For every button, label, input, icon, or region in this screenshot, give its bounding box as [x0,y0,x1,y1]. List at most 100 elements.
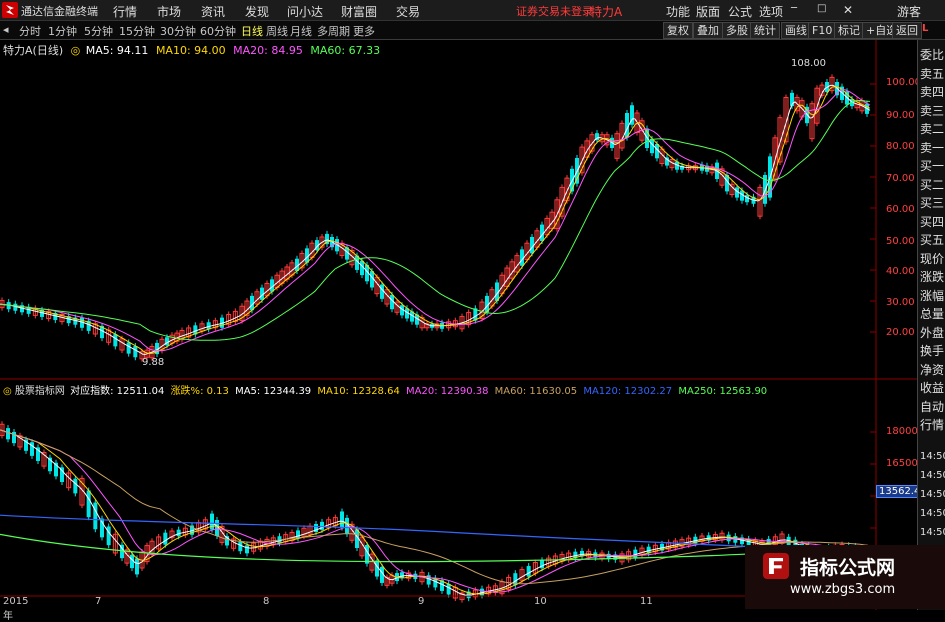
side-item[interactable]: 卖三 [920,102,945,120]
app-title: 通达信金融终端 [21,5,98,18]
ma-line-1 [0,86,871,355]
high-price-label: 108.00 [791,58,826,69]
arrow-left-icon[interactable]: ◂ [3,23,9,36]
period-daily[interactable]: 日线 [241,23,263,39]
candle-body [163,532,168,545]
btn-fuquan[interactable]: 复权 [663,22,693,39]
side-item[interactable]: 换手 [920,342,945,360]
btn-diejia[interactable]: 叠加 [693,22,723,39]
menu-xuanxiang[interactable]: 选项 [759,3,783,20]
period-toolbar: ◂ 分时 1分钟 5分钟 15分钟 30分钟 60分钟 日线 周线 月线 多周期… [0,21,945,40]
side-time: 14:50 [920,470,945,481]
candle-body [135,558,139,575]
user-guest[interactable]: 游客 [897,3,921,20]
quote-side-panel[interactable]: 委比 卖五 卖四 卖三 卖二 卖一 买一 买二 买三 买四 买五 现价 涨跌 涨幅 总量 外盘 换手 净资 收益 自动… [917,40,945,610]
close-icon[interactable]: ✕ [843,3,853,17]
settings-icon[interactable]: ◎ [3,386,12,397]
upper-grid [870,83,876,333]
maximize-icon[interactable]: □ [817,3,826,14]
side-item[interactable]: 买五 [920,231,945,249]
side-item[interactable]: 涨跌 [920,268,945,286]
period-1min[interactable]: 1分钟 [48,23,77,39]
period-30min[interactable]: 30分钟 [160,23,196,39]
candle-body [340,511,344,528]
lower-ma-line-0 [0,429,870,596]
side-item[interactable]: 买四 [920,213,945,231]
side-item[interactable]: 现价 [920,250,945,268]
side-item[interactable]: 收益 [920,379,945,397]
menu-hangqing[interactable]: 行情 [113,3,137,20]
period-multi[interactable]: 多周期 [317,23,350,39]
menu-bar: 通达信金融终端 行情 市场 资讯 发现 问小达 财富圈 交易 证券交易未登录 特… [0,0,945,21]
period-5min[interactable]: 5分钟 [84,23,113,39]
btn-tongji[interactable]: 统计 [750,22,780,39]
btn-huaxian[interactable]: 画线 [781,22,811,39]
ma-line-3 [0,99,871,341]
ma120-line [0,514,871,555]
menu-wenxiaoda[interactable]: 问小达 [287,3,323,20]
login-status[interactable]: 证券交易未登录 [516,3,593,19]
menu-gongshi[interactable]: 公式 [728,3,752,20]
btn-fanhui[interactable]: 返回 [892,22,922,39]
side-item[interactable]: 买一 [920,157,945,175]
ma-line-2 [0,89,871,352]
side-item[interactable]: 卖二 [920,120,945,138]
period-60min[interactable]: 60分钟 [200,23,236,39]
kline-chart-area[interactable] [0,40,917,610]
y-tick: 18000 [886,426,918,437]
watermark-logo-icon [763,553,789,579]
x-tick: 7 [95,596,102,607]
lower-ma10-label: MA10: 12328.64 [317,386,400,397]
side-item[interactable]: 外盘 [920,324,945,342]
side-item[interactable]: 买二 [920,176,945,194]
side-item[interactable]: 总量 [920,305,945,323]
menu-jiaoyi[interactable]: 交易 [396,3,420,20]
side-time: 14:50 [920,489,945,500]
menu-banmian[interactable]: 版面 [696,3,720,20]
lower-ma20-label: MA20: 12390.38 [406,386,489,397]
side-item[interactable]: 自动 [920,398,945,416]
candle-body [126,342,131,354]
menu-shichang[interactable]: 市场 [157,3,181,20]
lower-ma120-label: MA120: 12302.27 [583,386,673,397]
change-pct-label: 涨跌%: 0.13 [170,386,229,397]
period-15min[interactable]: 15分钟 [119,23,155,39]
y-tick: 50.00 [886,236,915,247]
side-item[interactable]: 净资 [920,361,945,379]
period-weekly[interactable]: 周线 [266,23,288,39]
watermark-title: 指标公式网 [800,557,896,579]
btn-f10[interactable]: F10 [808,22,837,39]
menu-caifuquan[interactable]: 财富圈 [341,3,377,20]
candle-body [210,513,214,530]
btn-duogu[interactable]: 多股 [722,22,752,39]
minimize-icon[interactable]: ─ [791,3,797,14]
x-tick: 8 [263,596,270,607]
btn-biaoji[interactable]: 标记 [834,22,864,39]
side-item[interactable]: 涨幅 [920,287,945,305]
menu-faxian[interactable]: 发现 [245,3,269,20]
period-more[interactable]: 更多 [353,23,375,39]
menu-zixun[interactable]: 资讯 [201,3,225,20]
side-item[interactable]: 卖五 [920,65,945,83]
candle-body [113,334,118,347]
menu-gongneng[interactable]: 功能 [666,3,690,20]
side-item[interactable]: 委比 [920,46,945,64]
y-tick: 40.00 [886,266,915,277]
period-fenshi[interactable]: 分时 [19,23,41,39]
candle-body [526,566,531,577]
period-monthly[interactable]: 月线 [290,23,312,39]
y-tick: 80.00 [886,141,915,152]
side-item[interactable]: 卖一 [920,139,945,157]
x-tick: 9 [418,596,425,607]
lower-chart-title: 股票指标网 [14,386,65,397]
panel-toggle-icon[interactable]: L [922,23,928,34]
index-value-label: 对应指数: 12511.04 [70,386,165,397]
candle-body [93,502,98,530]
side-item[interactable]: 行情 [920,416,945,434]
side-item[interactable]: 买三 [920,194,945,212]
side-time: 14:50 [920,527,945,538]
candle-body [245,545,249,554]
ma-line-0 [0,84,871,356]
side-item[interactable]: 卖四 [920,83,945,101]
x-tick: 2015年 [3,596,29,622]
